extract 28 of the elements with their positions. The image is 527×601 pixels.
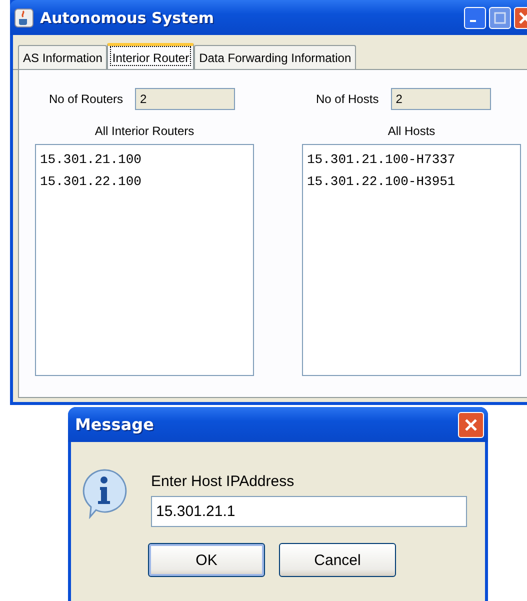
ip-address-field[interactable]: 15.301.21.1	[151, 496, 467, 527]
list-item[interactable]: 15.301.22.100	[40, 171, 249, 193]
minimize-icon	[470, 20, 476, 22]
minimize-button[interactable]	[464, 6, 486, 28]
list-title: All Hosts	[388, 124, 436, 138]
list-item[interactable]: 15.301.21.100	[40, 149, 249, 171]
count-field: 2	[135, 88, 236, 110]
count-label: No of Routers	[49, 92, 124, 106]
dialog-button[interactable]: Cancel	[279, 543, 396, 577]
list-box[interactable]: 15.301.21.100-H7337 15.301.22.100-H3951	[302, 144, 521, 376]
maximize-icon	[494, 12, 506, 24]
tab[interactable]: Interior Router	[107, 43, 194, 69]
list-item[interactable]: 15.301.21.100-H7337	[307, 149, 516, 171]
cup-icon	[14, 8, 34, 28]
count-label: No of Hosts	[316, 92, 379, 106]
maximize-button[interactable]	[489, 6, 511, 28]
tab[interactable]: Data Forwarding Information	[194, 45, 356, 69]
close-icon	[464, 418, 478, 432]
close-button[interactable]	[458, 412, 484, 438]
count-field: 2	[390, 88, 491, 110]
list-title: All Interior Routers	[94, 124, 194, 138]
list-item[interactable]: 15.301.22.100-H3951	[307, 171, 516, 193]
list-box[interactable]: 15.301.21.100 15.301.22.100	[35, 144, 254, 376]
tab[interactable]: AS Information	[18, 45, 108, 69]
dialog-button[interactable]: OK	[148, 543, 265, 577]
window-title: Autonomous System	[40, 8, 215, 26]
prompt-label: Enter Host IPAddress	[151, 473, 296, 490]
dialog-title: Message	[75, 415, 154, 434]
